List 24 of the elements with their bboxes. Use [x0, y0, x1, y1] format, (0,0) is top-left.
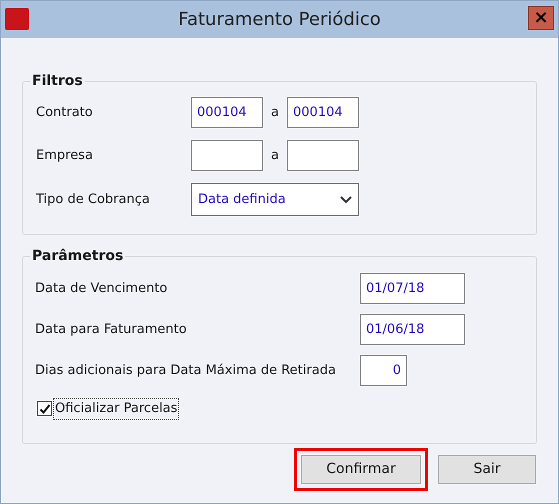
window-title: Faturamento Periódico	[178, 8, 381, 32]
checkbox[interactable]	[37, 401, 52, 416]
input-field[interactable]: 01/06/18	[360, 314, 465, 345]
field-label: Data para Faturamento	[35, 320, 188, 339]
input-field[interactable]: 01/07/18	[360, 273, 465, 304]
range-separator: a	[270, 104, 280, 122]
input-field[interactable]: 0	[360, 355, 407, 386]
chevron-down-icon	[340, 196, 352, 204]
input-field[interactable]: 000104	[287, 97, 359, 128]
field-label: Data de Vencimento	[35, 280, 168, 298]
exit-button[interactable]: Sair	[438, 455, 536, 484]
field-label: Contrato	[36, 104, 94, 122]
input-field[interactable]: 000104	[191, 97, 263, 128]
close-button[interactable]: ×	[528, 6, 554, 30]
field-label: Dias adicionais para Data Máxima de Retirada	[35, 362, 337, 380]
field-label: Empresa	[36, 146, 94, 165]
field-label: Tipo de Cobrança	[36, 190, 151, 209]
range-separator: a	[270, 146, 280, 165]
checkbox-label: Oficializar Parcelas	[53, 398, 180, 420]
dropdown[interactable]: Data definida	[191, 183, 359, 216]
input-field[interactable]	[287, 140, 359, 171]
dropdown-value: Data definida	[198, 190, 286, 209]
input-field[interactable]	[191, 140, 263, 171]
confirm-button[interactable]: Confirmar	[301, 455, 421, 484]
